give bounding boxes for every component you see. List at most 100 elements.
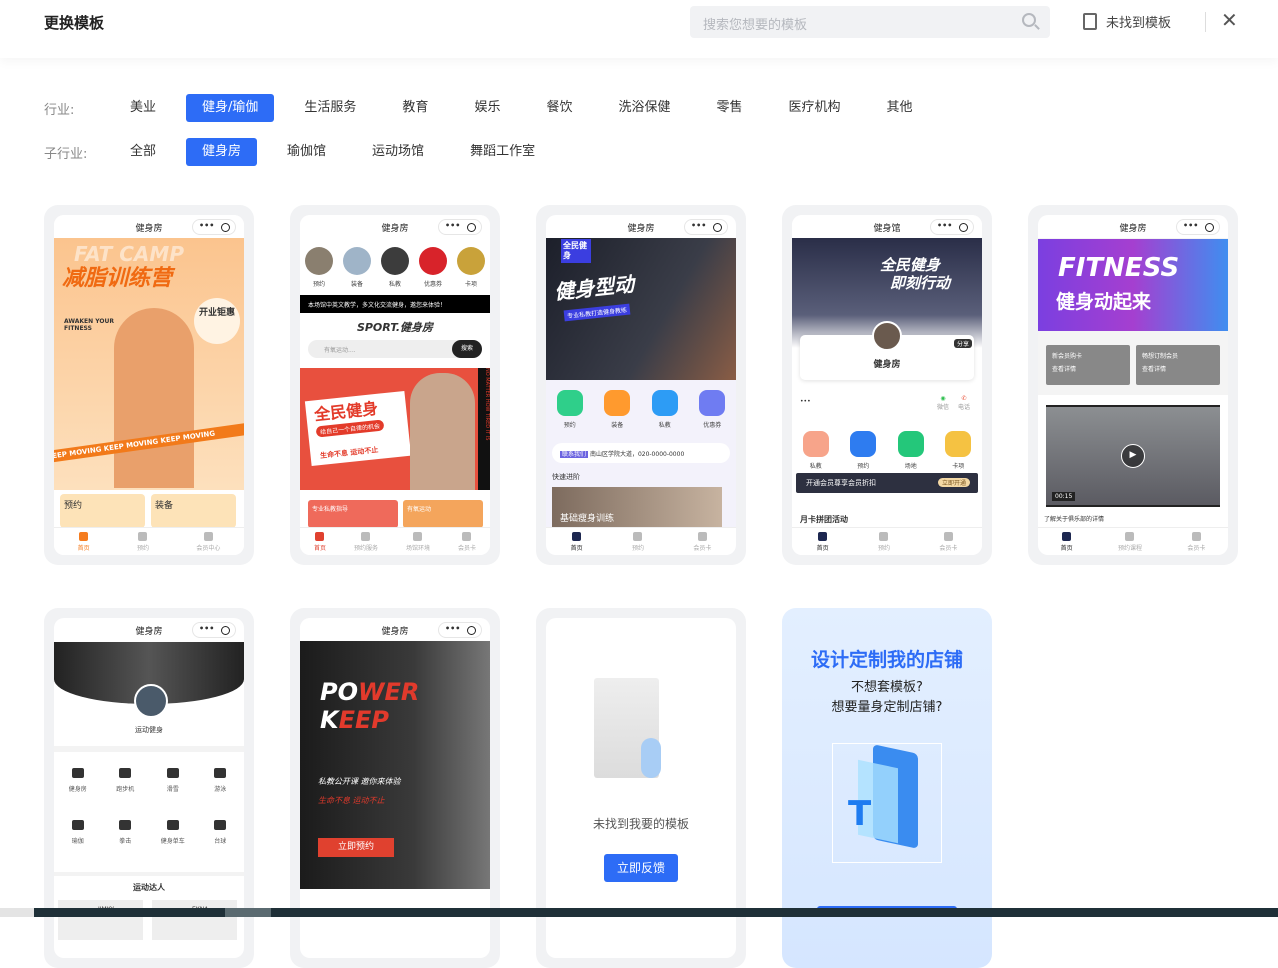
nav-appointment[interactable]: 预约 <box>137 528 149 555</box>
sub-industry-chip[interactable]: 运动场馆 <box>356 138 440 166</box>
icon-item[interactable]: 预约 <box>305 247 333 288</box>
grid-item[interactable]: 滑雪 <box>149 760 197 812</box>
nav-appointment[interactable]: 预约 <box>632 528 644 555</box>
icon-item[interactable]: 优惠券 <box>419 247 447 288</box>
icon-item[interactable]: 卡项 <box>945 431 972 470</box>
logo-part: K <box>320 706 339 734</box>
template-card[interactable]: 健身房 ••• FITNESS 健身动起来 新会员购卡 查看详情 畅想订制会员 查看详… <box>1028 205 1238 565</box>
grid-item[interactable]: 游泳 <box>197 760 245 812</box>
category-icon <box>699 390 726 416</box>
share-button[interactable]: 分享 <box>953 339 972 348</box>
category-icon <box>381 247 409 275</box>
person-card[interactable]: EKNA <box>152 900 237 940</box>
close-icon[interactable]: ✕ <box>1221 8 1238 32</box>
template-card[interactable]: 健身房 ••• 预约 装备 私教 优惠券 卡项 本场馆中英文教学，多文化交流健身，邀您来体… <box>290 205 500 565</box>
search-input[interactable]: 搜索您想要的模板 <box>690 6 1050 38</box>
industry-chip[interactable]: 其他 <box>871 94 929 122</box>
search-button[interactable]: 搜索 <box>452 340 482 358</box>
icon-item[interactable]: 私教 <box>651 390 678 429</box>
nav-card[interactable]: 会员卡 <box>939 528 957 555</box>
grid-item[interactable]: 瑜伽 <box>54 812 102 864</box>
grid-item[interactable]: 健身房 <box>54 760 102 812</box>
avatar <box>134 684 168 718</box>
play-icon[interactable]: ▶ <box>1121 444 1145 468</box>
feedback-text: 未找到我要的模板 <box>592 817 689 831</box>
address-bar[interactable]: 联系我们 南山区学院大道，020-0000-0000 <box>552 443 730 463</box>
icon-item[interactable]: 装备 <box>604 390 631 429</box>
nav-venue[interactable]: 场馆环境 <box>406 528 430 555</box>
nav-home[interactable]: 首页 <box>314 528 326 555</box>
person-card[interactable]: JIMKY <box>58 900 143 940</box>
grid-item[interactable]: 台球 <box>197 812 245 864</box>
logo-part: PO <box>320 678 358 706</box>
icon-item[interactable]: 卡项 <box>457 247 485 288</box>
member-text: 开通会员尊享会员折扣 <box>806 479 876 487</box>
grid-item[interactable]: 跑步机 <box>102 760 150 812</box>
grid-item[interactable]: 健身单车 <box>149 812 197 864</box>
industry-chip[interactable]: 医疗机构 <box>773 94 857 122</box>
course-card[interactable]: 基础瘦身训练 <box>552 487 722 529</box>
industry-chip[interactable]: 教育 <box>386 94 444 122</box>
icon-item[interactable]: 装备 <box>343 247 371 288</box>
industry-chip[interactable]: 餐饮 <box>530 94 588 122</box>
nav-card[interactable]: 会员卡 <box>458 528 476 555</box>
nav-card[interactable]: 会员卡 <box>693 528 711 555</box>
horizontal-scrollbar[interactable] <box>0 908 1278 917</box>
top-bar: 更换模板 搜索您想要的模板 未找到模板 ✕ <box>0 0 1278 58</box>
tile-aerobic[interactable]: 有氧运动 <box>403 500 483 528</box>
sub-industry-chip[interactable]: 全部 <box>114 138 172 166</box>
industry-chip[interactable]: 美业 <box>114 94 172 122</box>
not-found-template-button[interactable]: 未找到模板 <box>1083 12 1171 31</box>
power-keep-logo: POWER KEEP <box>320 678 419 734</box>
nav-booking[interactable]: 预约服务 <box>354 528 378 555</box>
template-search[interactable]: 有氧运动.... 搜索 <box>308 340 482 358</box>
icon-item[interactable]: 优惠券 <box>699 390 726 429</box>
nav-card[interactable]: 会员卡 <box>1187 528 1205 555</box>
nav-courses[interactable]: 预约课程 <box>1118 528 1142 555</box>
nav-appointment[interactable]: 预约 <box>878 528 890 555</box>
banner-vertical-text: NO MATTER HOW TIRED IT IS <box>478 368 490 490</box>
banner-title: 健身型动 <box>553 271 636 305</box>
industry-chip[interactable]: 健身/瑜伽 <box>186 94 275 122</box>
sub-industry-chip[interactable]: 舞蹈工作室 <box>454 138 551 166</box>
feedback-button[interactable]: 立即反馈 <box>604 854 678 882</box>
nav-home[interactable]: 首页 <box>571 528 583 555</box>
nav-home[interactable]: 首页 <box>78 528 90 555</box>
tile-coaching[interactable]: 专业私教指导 <box>308 500 398 528</box>
icon-item[interactable]: 场地 <box>897 431 924 470</box>
nav-member[interactable]: 会员中心 <box>196 528 220 555</box>
nav-home[interactable]: 首页 <box>817 528 829 555</box>
tile-equipment[interactable]: 装备 <box>151 494 236 528</box>
profile-name: 健身房 <box>873 360 901 370</box>
industry-chip[interactable]: 生活服务 <box>288 94 372 122</box>
tile-title: 畅想订制会员 <box>1142 353 1179 360</box>
sub-industry-chip[interactable]: 健身房 <box>186 138 258 166</box>
tile-new-member[interactable]: 新会员购卡 查看详情 <box>1046 345 1130 385</box>
icon-item[interactable]: 私教 <box>802 431 829 470</box>
open-member-button[interactable]: 立即开通 <box>937 478 970 487</box>
industry-chip[interactable]: 洗浴保健 <box>602 94 686 122</box>
sub-industry-chip[interactable]: 瑜伽馆 <box>271 138 342 166</box>
video-player[interactable]: ▶ 00:15 <box>1046 405 1220 507</box>
profile-card: 健身房 分享 <box>800 321 974 380</box>
category-icon <box>945 431 972 457</box>
industry-chip[interactable]: 娱乐 <box>458 94 516 122</box>
tile-appointment[interactable]: 预约 <box>60 494 145 528</box>
section-title: 快速进阶 <box>552 473 580 481</box>
icon-item[interactable]: 预约 <box>556 390 583 429</box>
wechat-label[interactable]: 微信 <box>937 404 949 411</box>
phone-label[interactable]: 电话 <box>958 404 970 411</box>
tile-custom-member[interactable]: 畅想订制会员 查看详情 <box>1136 345 1220 385</box>
industry-chip[interactable]: 零售 <box>700 94 758 122</box>
template-card[interactable]: 健身房 ••• 全民健身 健身型动 专业私教打造健身教练 预约 装备 私教 优惠券 联系… <box>536 205 746 565</box>
nav-home[interactable]: 首页 <box>1061 528 1073 555</box>
icon-item[interactable]: 私教 <box>381 247 409 288</box>
search-icon[interactable] <box>1022 13 1036 27</box>
member-banner[interactable]: 开通会员尊享会员折扣 立即开通 <box>796 473 978 493</box>
template-card[interactable]: 健身馆 ••• 全民健身 即刻行动 健身房 分享 ••• ◉ 微信 ✆ 电话 私教 预约场… <box>782 205 992 565</box>
book-now-button[interactable]: 立即预约 <box>318 838 394 857</box>
icon-item[interactable]: 预约 <box>850 431 877 470</box>
section-title: 运动达人 <box>133 883 165 892</box>
grid-item[interactable]: 拳击 <box>102 812 150 864</box>
template-card[interactable]: 健身房 ••• FAT CAMP 减脂训练营 开业钜惠 AWAKEN YOUR F… <box>44 205 254 565</box>
